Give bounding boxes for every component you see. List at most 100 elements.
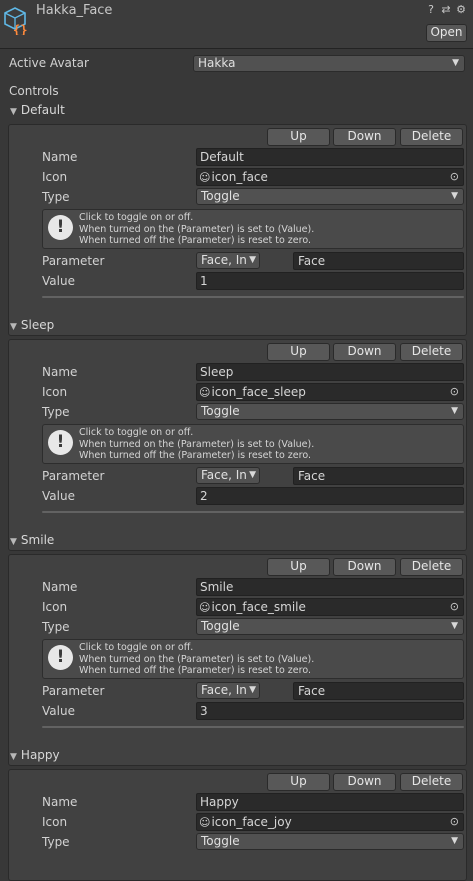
value-field[interactable]: 2 <box>196 487 464 505</box>
value-label: Value <box>42 489 75 503</box>
up-button[interactable]: Up <box>267 128 330 146</box>
icon-label: Icon <box>42 815 68 829</box>
type-dropdown[interactable]: Toggle ▼ <box>196 833 464 850</box>
down-button[interactable]: Down <box>333 558 396 576</box>
foldout-triangle-icon: ▼ <box>10 752 17 762</box>
type-label: Type <box>42 835 70 849</box>
icon-label: Icon <box>42 600 68 614</box>
parameter-label: Parameter <box>42 684 105 698</box>
delete-button[interactable]: Delete <box>400 343 463 361</box>
svg-text:{}: {} <box>13 23 27 35</box>
up-button[interactable]: Up <box>267 558 330 576</box>
foldout-triangle-icon: ▼ <box>10 107 17 117</box>
help-text-line: When turned on the (Parameter) is set to… <box>79 223 315 235</box>
parameter-field[interactable]: Face <box>293 682 464 700</box>
help-icon[interactable]: ? <box>425 3 437 16</box>
preset-icon[interactable]: ⇄ <box>440 3 452 16</box>
foldout-triangle-icon: ▼ <box>10 322 17 332</box>
texture-icon: ☺ <box>199 601 211 614</box>
control-foldout[interactable]: ▼ Happy <box>10 748 60 762</box>
name-field[interactable]: Sleep <box>196 363 464 381</box>
chevron-down-icon: ▼ <box>451 621 458 631</box>
section-divider <box>42 296 464 298</box>
parameter-type-dropdown[interactable]: Face, In ▼ <box>196 467 260 484</box>
texture-icon: ☺ <box>199 816 211 829</box>
object-picker-icon[interactable]: ⊙ <box>450 814 459 830</box>
texture-icon: ☺ <box>199 171 211 184</box>
gear-icon[interactable]: ⚙ <box>455 3 467 16</box>
active-avatar-dropdown[interactable]: Hakka ▼ <box>193 55 465 72</box>
down-button[interactable]: Down <box>333 773 396 791</box>
up-button[interactable]: Up <box>267 343 330 361</box>
foldout-triangle-icon: ▼ <box>10 537 17 547</box>
delete-button[interactable]: Delete <box>400 558 463 576</box>
section-divider <box>42 511 464 513</box>
active-avatar-value: Hakka <box>198 56 236 70</box>
icon-object-field[interactable]: ☺icon_face_joy ⊙ <box>196 813 464 831</box>
icon-label: Icon <box>42 385 68 399</box>
info-icon: ! <box>48 215 73 240</box>
parameter-field[interactable]: Face <box>293 252 464 270</box>
type-dropdown[interactable]: Toggle ▼ <box>196 188 464 205</box>
delete-button[interactable]: Delete <box>400 773 463 791</box>
control-title: Default <box>20 103 65 117</box>
value-field[interactable]: 1 <box>196 272 464 290</box>
expressions-menu-asset-icon: {} <box>4 7 27 35</box>
section-divider <box>42 726 464 728</box>
parameter-field[interactable]: Face <box>293 467 464 485</box>
icon-object-field[interactable]: ☺icon_face_sleep ⊙ <box>196 383 464 401</box>
name-label: Name <box>42 365 78 379</box>
icon-object-field[interactable]: ☺icon_face_smile ⊙ <box>196 598 464 616</box>
type-dropdown[interactable]: Toggle ▼ <box>196 403 464 420</box>
control-foldout[interactable]: ▼ Sleep <box>10 318 54 332</box>
help-text-line: Click to toggle on or off. <box>79 427 194 438</box>
object-picker-icon[interactable]: ⊙ <box>450 169 459 185</box>
active-avatar-label: Active Avatar <box>9 56 89 70</box>
down-button[interactable]: Down <box>333 128 396 146</box>
chevron-down-icon: ▼ <box>452 58 459 68</box>
icon-label: Icon <box>42 170 68 184</box>
open-button[interactable]: Open <box>426 24 467 42</box>
name-field[interactable]: Default <box>196 148 464 166</box>
object-picker-icon[interactable]: ⊙ <box>450 384 459 400</box>
help-text-line: When turned off the (Parameter) is reset… <box>79 665 311 676</box>
controls-label: Controls <box>9 84 59 98</box>
name-field[interactable]: Smile <box>196 578 464 596</box>
help-text-line: When turned off the (Parameter) is reset… <box>79 235 311 246</box>
name-label: Name <box>42 150 78 164</box>
texture-icon: ☺ <box>199 386 211 399</box>
chevron-down-icon: ▼ <box>249 685 256 695</box>
parameter-type-value: Face, In <box>201 253 247 267</box>
asset-title: Hakka_Face <box>36 3 113 18</box>
parameter-label: Parameter <box>42 254 105 268</box>
help-box: ! Click to toggle on or off. When turned o… <box>42 209 464 249</box>
type-value: Toggle <box>201 404 240 418</box>
object-picker-icon[interactable]: ⊙ <box>450 599 459 615</box>
type-label: Type <box>42 405 70 419</box>
parameter-type-dropdown[interactable]: Face, In ▼ <box>196 252 260 269</box>
control-title: Smile <box>20 533 55 547</box>
value-field[interactable]: 3 <box>196 702 464 720</box>
name-label: Name <box>42 795 78 809</box>
icon-value: icon_face_sleep <box>211 385 306 399</box>
icon-value: icon_face_smile <box>211 600 306 614</box>
delete-button[interactable]: Delete <box>400 128 463 146</box>
down-button[interactable]: Down <box>333 343 396 361</box>
type-dropdown[interactable]: Toggle ▼ <box>196 618 464 635</box>
control-foldout[interactable]: ▼ Default <box>10 103 65 117</box>
up-button[interactable]: Up <box>267 773 330 791</box>
control-foldout[interactable]: ▼ Smile <box>10 533 54 547</box>
parameter-label: Parameter <box>42 469 105 483</box>
help-text-line: When turned on the (Parameter) is set to… <box>79 438 315 450</box>
chevron-down-icon: ▼ <box>451 191 458 201</box>
type-label: Type <box>42 620 70 634</box>
icon-object-field[interactable]: ☺icon_face ⊙ <box>196 168 464 186</box>
type-label: Type <box>42 190 70 204</box>
control-title: Sleep <box>20 318 55 332</box>
value-label: Value <box>42 704 75 718</box>
type-value: Toggle <box>201 619 240 633</box>
help-box: ! Click to toggle on or off. When turned o… <box>42 424 464 464</box>
help-text-line: Click to toggle on or off. <box>79 212 194 223</box>
name-field[interactable]: Happy <box>196 793 464 811</box>
parameter-type-dropdown[interactable]: Face, In ▼ <box>196 682 260 699</box>
